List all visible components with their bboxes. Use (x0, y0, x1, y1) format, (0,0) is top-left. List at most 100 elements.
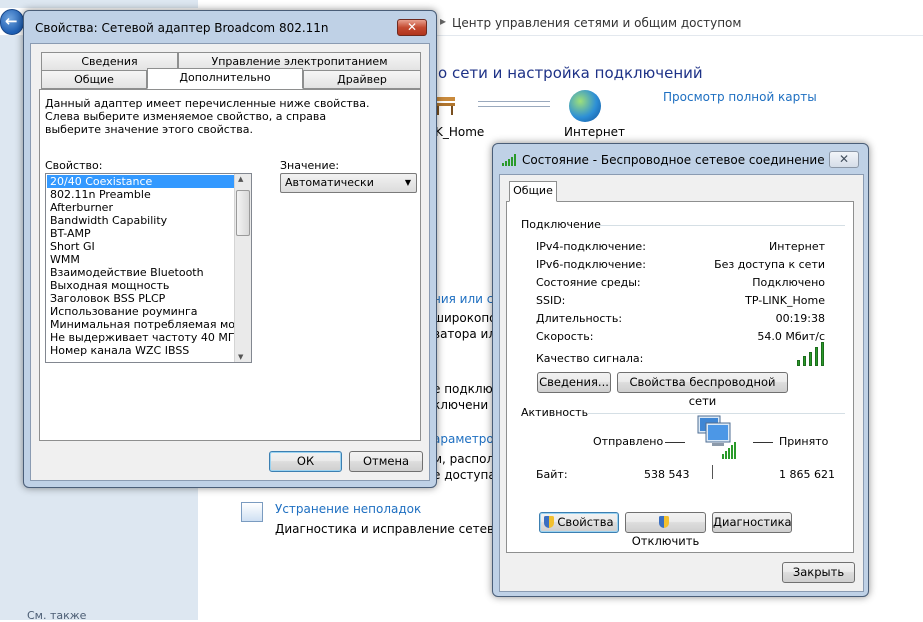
adapter-properties-dialog: Свойства: Сетевой адаптер Broadcom 802.1… (23, 10, 437, 488)
advanced-tab-panel: Данный адаптер имеет перечисленные ниже … (39, 89, 421, 441)
breadcrumb-separator: ▸ (440, 14, 447, 28)
sharing-settings-link[interactable]: араметро (433, 432, 494, 446)
disable-button-label: Отключить (631, 534, 700, 548)
status-dialog-title: Состояние - Беспроводное сетевое соедине… (522, 153, 825, 167)
connection-group-header: Подключение (521, 218, 601, 231)
tab-driver[interactable]: Драйвер (303, 70, 421, 89)
tab-general[interactable]: Общие (41, 70, 147, 89)
diagnose-button[interactable]: Диагностика (712, 512, 792, 533)
wireless-signal-icon (502, 154, 516, 166)
property-list-item[interactable]: 20/40 Coexistance (47, 175, 234, 188)
signal-strength-icon (797, 342, 829, 366)
value-combobox-text: Автоматически (285, 176, 374, 189)
property-list-item[interactable]: Short GI (47, 240, 234, 253)
scroll-down-icon[interactable]: ▼ (238, 353, 243, 361)
troubleshoot-icon (241, 502, 263, 522)
close-button[interactable]: Закрыть (782, 562, 855, 583)
adapter-description: Данный адаптер имеет перечисленные ниже … (45, 97, 370, 136)
status-row-label: Скорость: (536, 330, 594, 343)
signal-bar (809, 352, 812, 366)
status-row-label: Состояние среды: (536, 276, 641, 289)
bytes-divider (712, 465, 713, 479)
wireless-properties-button[interactable]: Свойства беспроводной сети (617, 372, 788, 408)
wireless-status-dialog: Состояние - Беспроводное сетевое соедине… (492, 143, 869, 597)
value-combobox[interactable]: Автоматически ▼ (280, 173, 417, 193)
signal-quality-label: Качество сигнала: (536, 352, 644, 365)
status-row-value: 54.0 Мбит/с (757, 330, 825, 343)
page-title: о сети и настройка подключений (438, 64, 703, 82)
property-list-item[interactable]: Использование роуминга (47, 305, 234, 318)
adapter-dialog-title: Свойства: Сетевой адаптер Broadcom 802.1… (35, 21, 329, 35)
internet-globe-icon (569, 90, 601, 122)
network-node-internet[interactable]: Интернет (564, 125, 625, 139)
status-row-value: Подключено (752, 276, 825, 289)
network-map-connector (478, 101, 550, 107)
details-button[interactable]: Сведения... (537, 372, 611, 393)
property-list-item[interactable]: Взаимодействие Bluetooth (47, 266, 234, 279)
property-list-item[interactable]: Bandwidth Capability (47, 214, 234, 227)
activity-group-header: Активность (521, 406, 589, 419)
connect-network-desc: е подключ (433, 382, 500, 396)
chevron-down-icon: ▼ (404, 178, 411, 187)
status-dialog-close-button[interactable]: ✕ (829, 151, 859, 168)
see-also-label: См. также (27, 609, 87, 622)
status-dialog-body: Подключение Качество сигнала: Сведения..… (499, 174, 864, 592)
status-row-value: TP-LINK_Home (745, 294, 825, 307)
adapter-dialog-close-button[interactable]: ✕ (397, 19, 427, 36)
back-button[interactable]: ← (0, 9, 24, 35)
signal-bar (797, 360, 800, 366)
sharing-settings-desc: м, распол (433, 452, 495, 466)
adapter-dialog-body: Сведения Управление электропитанием Общи… (30, 43, 430, 481)
property-label: Свойство: (45, 159, 103, 172)
uac-shield-icon (544, 516, 555, 528)
value-label: Значение: (280, 159, 340, 172)
property-list-item[interactable]: Afterburner (47, 201, 234, 214)
property-list-item[interactable]: 802.11n Preamble (47, 188, 234, 201)
bytes-sent-value: 538 543 (644, 468, 690, 481)
status-row-value: Интернет (769, 240, 825, 253)
property-list-item[interactable]: BT-AMP (47, 227, 234, 240)
bytes-label: Байт: (536, 468, 568, 481)
property-list-item[interactable]: Номер канала WZC IBSS (47, 344, 234, 357)
property-list-item[interactable]: Минимальная потребляемая мощно (47, 318, 251, 331)
connection-divider (597, 225, 845, 226)
property-list-item[interactable]: Выходная мощность (47, 279, 234, 292)
status-row-label: IPv6-подключение: (536, 258, 646, 271)
breadcrumb[interactable]: Центр управления сетями и общим доступом (452, 16, 741, 30)
ok-button[interactable]: ОК (269, 451, 342, 472)
property-listbox[interactable]: 20/40 Coexistance 802.11n Preamble Afterbu… (45, 173, 252, 363)
bytes-received-value: 1 865 621 (779, 468, 835, 481)
sent-line (665, 442, 685, 443)
scroll-thumb[interactable] (236, 190, 250, 236)
received-line (753, 442, 773, 443)
scroll-up-icon[interactable]: ▲ (238, 175, 243, 183)
tab-general-status[interactable]: Общие (509, 181, 557, 202)
setup-connection-link[interactable]: ния или се (433, 292, 501, 306)
property-list-item[interactable]: Заголовок BSS PLCP (47, 292, 234, 305)
status-row-value: Без доступа к сети (714, 258, 825, 271)
signal-bar (815, 347, 818, 366)
sharing-settings-desc-2: е доступа (433, 468, 496, 482)
connect-network-desc-2: ключени (433, 398, 489, 412)
status-row-label: IPv4-подключение: (536, 240, 646, 253)
disable-button[interactable]: Отключить (625, 512, 706, 548)
troubleshoot-link[interactable]: Устранение неполадок (275, 502, 421, 516)
general-tab-panel: Подключение Качество сигнала: Сведения..… (506, 201, 854, 553)
sent-label: Отправлено (593, 435, 664, 448)
received-label: Принято (779, 435, 829, 448)
properties-button[interactable]: Свойства (539, 512, 619, 533)
status-row-label: SSID: (536, 294, 566, 307)
properties-button-label: Свойства (557, 515, 614, 529)
property-list-item[interactable]: Не выдерживает частоту 40 МГц (47, 331, 242, 344)
property-list-item[interactable]: WMM (47, 253, 234, 266)
cancel-button[interactable]: Отмена (349, 451, 423, 472)
tab-advanced[interactable]: Дополнительно (147, 68, 303, 89)
signal-bar (821, 342, 824, 366)
network-node-home[interactable]: K_Home (435, 125, 484, 139)
status-row-value: 00:19:38 (775, 312, 825, 325)
view-full-map-link[interactable]: Просмотр полной карты (663, 90, 817, 104)
network-computers-icon (697, 415, 736, 459)
status-row-label: Длительность: (536, 312, 623, 325)
property-list-scrollbar[interactable]: ▲ ▼ (234, 174, 251, 362)
signal-bar (803, 356, 806, 366)
